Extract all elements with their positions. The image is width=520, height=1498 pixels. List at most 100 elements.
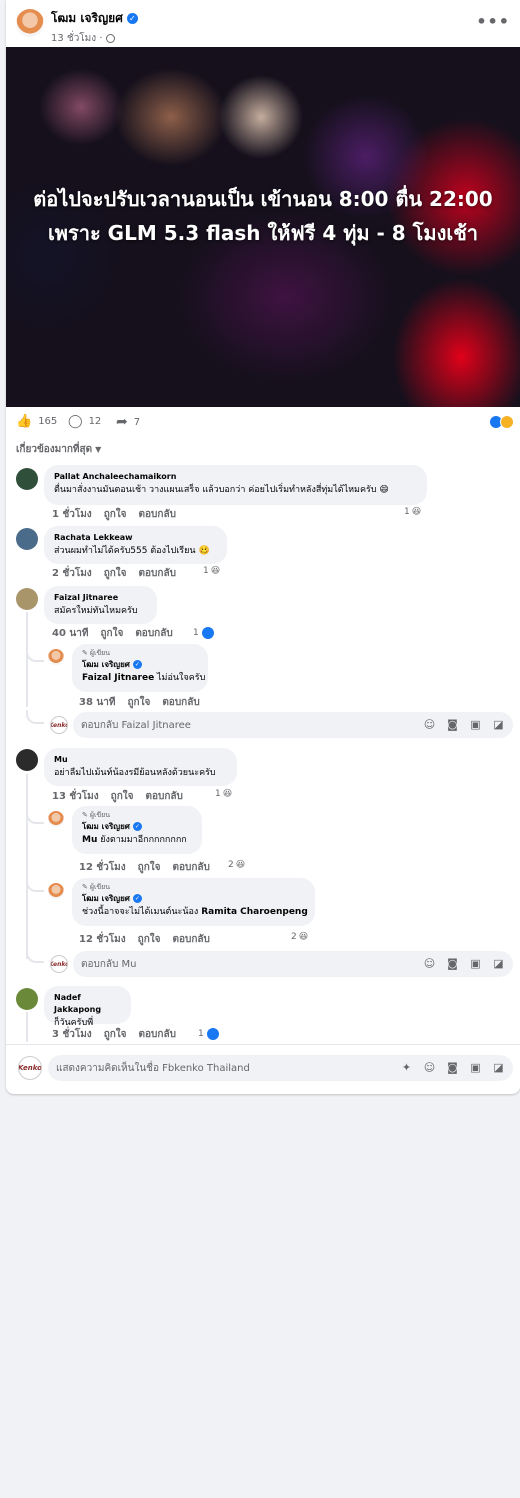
reply-button[interactable]: ตอบกลับ bbox=[146, 789, 183, 804]
reply-author[interactable]: โฒม เจริญยศ bbox=[82, 820, 130, 833]
haha-reaction-icon: 😆 bbox=[235, 860, 246, 870]
pencil-icon: ✎ bbox=[82, 649, 88, 657]
reply-time[interactable]: 12 ชั่วโมง bbox=[79, 860, 126, 875]
smile-emoji-icon: 😄 bbox=[379, 485, 389, 495]
thread-line bbox=[26, 1012, 28, 1042]
verified-badge-icon: ✓ bbox=[132, 822, 142, 831]
comment-author[interactable]: Nadef Jakkapong bbox=[54, 992, 121, 1016]
post-timestamp[interactable]: 13 ชั่วโมง · bbox=[51, 31, 103, 46]
comment-author[interactable]: Pallat Anchaleechamaikorn bbox=[54, 471, 417, 483]
reply-reaction-count[interactable]: 2 😆 bbox=[228, 860, 245, 870]
camera-icon[interactable]: ◙ bbox=[446, 957, 459, 970]
comment-composer-input[interactable]: แสดงความคิดเห็นในชื่อ Fbkenko Thailand ✦… bbox=[48, 1055, 513, 1081]
post-author-name[interactable]: โฒม เจริญยศ bbox=[51, 9, 123, 28]
page-avatar[interactable] bbox=[16, 9, 44, 37]
comment-actions: 3 ชั่วโมง ถูกใจ ตอบกลับ bbox=[52, 1027, 176, 1042]
mention-link[interactable]: Faizal Jitnaree bbox=[82, 673, 154, 683]
reply-button[interactable]: ตอบกลับ bbox=[139, 566, 176, 581]
reply-button[interactable]: ตอบกลับ bbox=[162, 695, 199, 710]
thread-connector bbox=[26, 878, 44, 892]
like-stat[interactable]: 👍 165 bbox=[16, 414, 57, 429]
like-comment-button[interactable]: ถูกใจ bbox=[104, 507, 127, 522]
mention-link[interactable]: Mu bbox=[82, 835, 97, 845]
user-avatar: Kenko bbox=[50, 716, 68, 734]
reply-text: ยังตามมาอีกกกกกกกก bbox=[97, 835, 187, 845]
like-comment-button[interactable]: ถูกใจ bbox=[111, 789, 134, 804]
composer-placeholder: แสดงความคิดเห็นในชื่อ Fbkenko Thailand bbox=[56, 1062, 250, 1074]
reply-author-avatar[interactable] bbox=[48, 649, 64, 665]
comment-time[interactable]: 13 ชั่วโมง bbox=[52, 789, 99, 804]
comment-reaction-count[interactable]: 1 😆 bbox=[215, 789, 232, 799]
comment-reaction-count[interactable]: 1 bbox=[193, 626, 215, 640]
reply-input[interactable]: ตอบกลับ Mu ☺ ◙ ▣ ◪ bbox=[73, 951, 513, 977]
commenter-avatar[interactable] bbox=[16, 588, 38, 610]
reply-reaction-count[interactable]: 2 😆 bbox=[291, 932, 308, 942]
gif-icon[interactable]: ▣ bbox=[469, 718, 482, 731]
reply-author[interactable]: โฒม เจริญยศ bbox=[82, 658, 130, 671]
reply-author-avatar[interactable] bbox=[48, 811, 64, 827]
comment-time[interactable]: 3 ชั่วโมง bbox=[52, 1027, 92, 1042]
comment-author[interactable]: Faizal Jitnaree bbox=[54, 592, 147, 604]
comment-sort-filter[interactable]: เกี่ยวข้องมากที่สุด ▼ bbox=[16, 442, 101, 457]
reply-author[interactable]: โฒม เจริญยศ bbox=[82, 892, 130, 905]
sticker-icon[interactable]: ◪ bbox=[492, 718, 505, 731]
reply-button[interactable]: ตอบกลับ bbox=[135, 626, 172, 641]
comment-author[interactable]: Mu bbox=[54, 754, 227, 766]
reply-bubble: ✎ ผู้เขียน โฒม เจริญยศ ✓ ช่วงนี้อาจจะไม่… bbox=[72, 878, 315, 926]
commenter-avatar[interactable] bbox=[16, 988, 38, 1010]
reaction-summary[interactable] bbox=[489, 415, 514, 429]
reply-author-avatar[interactable] bbox=[48, 883, 64, 899]
reply-button[interactable]: ตอบกลับ bbox=[139, 507, 176, 522]
pencil-icon: ✎ bbox=[82, 883, 88, 891]
commenter-avatar[interactable] bbox=[16, 749, 38, 771]
emoji-icon[interactable]: ☺ bbox=[423, 718, 436, 731]
like-comment-button[interactable]: ถูกใจ bbox=[104, 1027, 127, 1042]
post-image[interactable]: ต่อไปจะปรับเวลานอนเป็น เข้านอน 8:00 ตื่น… bbox=[6, 47, 520, 407]
reply-time[interactable]: 38 นาที bbox=[79, 695, 115, 710]
comment-reaction-count[interactable]: 1 bbox=[198, 1027, 220, 1041]
comment-author[interactable]: Rachata Lekkeaw bbox=[54, 532, 217, 544]
gif-icon[interactable]: ▣ bbox=[469, 957, 482, 970]
comment-stat[interactable]: ◯ 12 bbox=[68, 414, 101, 429]
reply-input[interactable]: ตอบกลับ Faizal Jitnaree ☺ ◙ ▣ ◪ bbox=[73, 712, 513, 738]
author-tag-label: ผู้เขียน bbox=[89, 649, 111, 657]
user-avatar[interactable]: Kenko bbox=[18, 1056, 42, 1080]
comment-reaction-count[interactable]: 1 😆 bbox=[203, 566, 220, 576]
gif-icon[interactable]: ▣ bbox=[469, 1061, 482, 1074]
emoji-icon[interactable]: ☺ bbox=[423, 1061, 436, 1074]
comment-time[interactable]: 2 ชั่วโมง bbox=[52, 566, 92, 581]
reply-button[interactable]: ตอบกลับ bbox=[173, 860, 210, 875]
sticker-icon[interactable]: ◪ bbox=[492, 957, 505, 970]
like-reply-button[interactable]: ถูกใจ bbox=[138, 932, 161, 947]
reply-placeholder: ตอบกลับ Faizal Jitnaree bbox=[81, 719, 191, 731]
reply-button[interactable]: ตอบกลับ bbox=[173, 932, 210, 947]
comment-time[interactable]: 1 ชั่วโมง bbox=[52, 507, 92, 522]
commenter-avatar[interactable] bbox=[16, 468, 38, 490]
camera-icon[interactable]: ◙ bbox=[446, 1061, 459, 1074]
haha-reaction-icon: 😆 bbox=[210, 566, 221, 576]
more-options-icon[interactable]: ••• bbox=[476, 12, 510, 31]
share-count: 7 bbox=[133, 416, 141, 428]
comment-bubble: Faizal Jitnaree สมัครใหม่ทันไหมครับ bbox=[44, 586, 157, 624]
haha-reaction-icon: 😆 bbox=[411, 507, 422, 517]
comment-bubble: Mu อย่าลืมไปเม้นท์น้องรมีย้อนหลังด้วยนะค… bbox=[44, 748, 237, 786]
share-stat[interactable]: ➦ 7 bbox=[116, 414, 140, 430]
commenter-avatar[interactable] bbox=[16, 528, 38, 550]
like-reply-button[interactable]: ถูกใจ bbox=[127, 695, 150, 710]
emoji-icon[interactable]: ☺ bbox=[423, 957, 436, 970]
sticker-icon[interactable]: ◪ bbox=[492, 1061, 505, 1074]
reply-button[interactable]: ตอบกลับ bbox=[139, 1027, 176, 1042]
comment-time[interactable]: 40 นาที bbox=[52, 626, 88, 641]
pencil-icon: ✎ bbox=[82, 811, 88, 819]
mention-link[interactable]: Ramita Charoenpeng bbox=[201, 907, 308, 917]
comment-reaction-count[interactable]: 1 😆 bbox=[404, 507, 421, 517]
reply-time[interactable]: 12 ชั่วโมง bbox=[79, 932, 126, 947]
comment-icon: ◯ bbox=[68, 414, 83, 429]
like-comment-button[interactable]: ถูกใจ bbox=[100, 626, 123, 641]
avatar-sticker-icon[interactable]: ✦ bbox=[400, 1061, 413, 1074]
like-comment-button[interactable]: ถูกใจ bbox=[104, 566, 127, 581]
camera-icon[interactable]: ◙ bbox=[446, 718, 459, 731]
like-reply-button[interactable]: ถูกใจ bbox=[138, 860, 161, 875]
verified-badge-icon: ✓ bbox=[132, 894, 142, 903]
post-card: โฒม เจริญยศ ✓ 13 ชั่วโมง · ••• ต่อไปจะปร… bbox=[6, 0, 520, 1094]
